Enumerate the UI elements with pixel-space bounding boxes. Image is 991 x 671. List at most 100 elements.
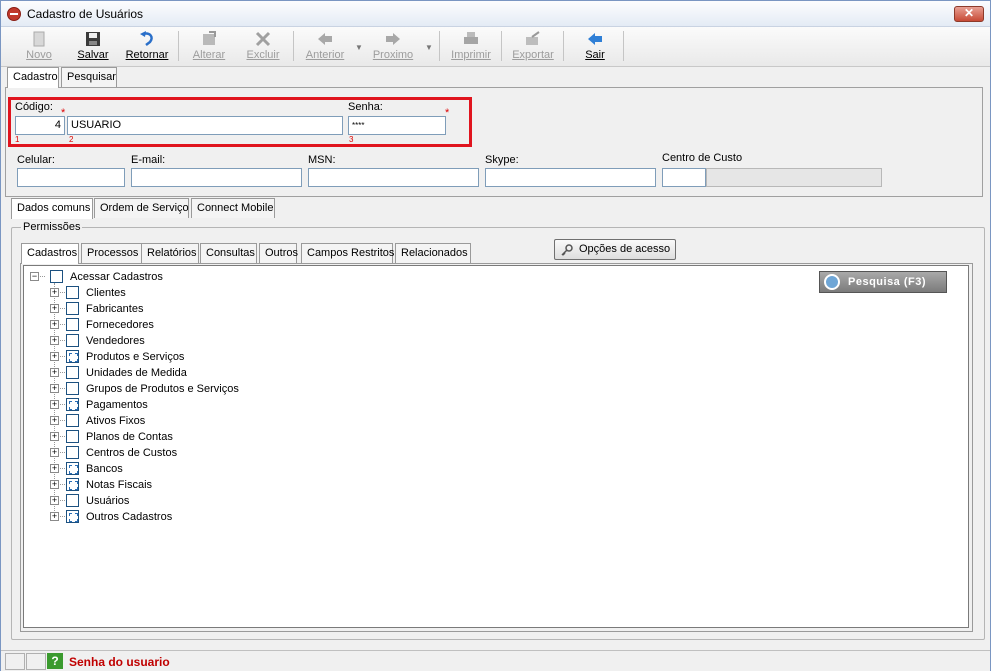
tree-item-label: Produtos e Serviços	[86, 351, 185, 363]
item-checkbox[interactable]	[66, 510, 79, 523]
retornar-button[interactable]: Retornar	[123, 29, 171, 65]
item-checkbox[interactable]	[66, 494, 79, 507]
expand-icon[interactable]: +	[50, 400, 59, 409]
item-checkbox[interactable]	[66, 350, 79, 363]
collapse-icon[interactable]: −	[30, 272, 39, 281]
toolbar-separator	[439, 31, 440, 61]
celular-input[interactable]	[17, 168, 125, 187]
tree-connector	[60, 484, 65, 485]
expand-icon[interactable]: +	[50, 336, 59, 345]
edit-icon	[203, 31, 216, 45]
email-input[interactable]	[131, 168, 302, 187]
window-title: Cadastro de Usuários	[27, 7, 144, 21]
item-checkbox[interactable]	[66, 414, 79, 427]
msn-label: MSN:	[308, 154, 336, 166]
tab-relacionados[interactable]: Relacionados	[395, 243, 471, 263]
permissions-tree[interactable]: − Acessar Cadastros + Clientes + Fabricante…	[23, 265, 969, 628]
sair-label: Sair	[585, 49, 605, 61]
salvar-button[interactable]: Salvar	[73, 29, 113, 65]
tab-campos-restritos[interactable]: Campos Restritos	[301, 243, 394, 263]
expand-icon[interactable]: +	[50, 416, 59, 425]
save-icon	[86, 32, 100, 46]
expand-icon[interactable]: +	[50, 464, 59, 473]
expand-icon[interactable]: +	[50, 368, 59, 377]
expand-icon[interactable]: +	[50, 432, 59, 441]
close-button[interactable]: ✕	[954, 6, 984, 22]
tree-connector	[40, 276, 45, 277]
skype-input[interactable]	[485, 168, 656, 187]
expand-icon[interactable]: +	[50, 496, 59, 505]
tab-cadastros[interactable]: Cadastros	[21, 243, 79, 264]
expand-icon[interactable]: +	[50, 512, 59, 521]
item-checkbox[interactable]	[66, 286, 79, 299]
exportar-label: Exportar	[512, 49, 554, 61]
anterior-button[interactable]: Anterior	[303, 29, 347, 65]
title-bar: Cadastro de Usuários ✕	[1, 1, 990, 27]
tree-connector	[60, 516, 65, 517]
tab-ordem-servico[interactable]: Ordem de Serviço	[94, 198, 189, 218]
status-message: Senha do usuario	[69, 655, 170, 669]
toolbar: Novo Salvar Retornar Alterar Excluir Ant…	[1, 27, 990, 67]
item-checkbox[interactable]	[66, 366, 79, 379]
tab-connect-mobile[interactable]: Connect Mobile	[191, 198, 275, 218]
delete-icon	[255, 31, 271, 47]
item-checkbox[interactable]	[66, 318, 79, 331]
centro-custo-name-field	[706, 168, 882, 187]
item-checkbox[interactable]	[66, 430, 79, 443]
celular-label: Celular:	[17, 154, 55, 166]
tab-relatorios[interactable]: Relatórios	[141, 243, 199, 263]
tree-item-label: Planos de Contas	[86, 431, 173, 443]
item-checkbox[interactable]	[66, 398, 79, 411]
opcoes-acesso-label: Opções de acesso	[579, 243, 671, 255]
centro-custo-code-input[interactable]	[662, 168, 706, 187]
item-checkbox[interactable]	[66, 478, 79, 491]
new-document-icon	[33, 31, 45, 47]
tab-consultas[interactable]: Consultas	[200, 243, 257, 263]
opcoes-acesso-button[interactable]: Opções de acesso	[554, 239, 676, 260]
centro-custo-label: Centro de Custo	[662, 152, 743, 164]
status-cell	[5, 653, 25, 670]
anterior-dropdown-icon[interactable]: ▼	[355, 43, 363, 52]
item-checkbox[interactable]	[66, 462, 79, 475]
imprimir-label: Imprimir	[451, 49, 491, 61]
tree-item-label: Fabricantes	[86, 303, 144, 315]
tree-connector	[60, 404, 65, 405]
toolbar-separator	[623, 31, 624, 61]
item-checkbox[interactable]	[66, 382, 79, 395]
tree-item-label: Pagamentos	[86, 399, 148, 411]
proximo-dropdown-icon[interactable]: ▼	[425, 43, 433, 52]
expand-icon[interactable]: +	[50, 352, 59, 361]
root-checkbox[interactable]	[50, 270, 63, 283]
expand-icon[interactable]: +	[50, 384, 59, 393]
item-checkbox[interactable]	[66, 446, 79, 459]
exportar-button[interactable]: Exportar	[509, 29, 557, 65]
expand-icon[interactable]: +	[50, 320, 59, 329]
excluir-label: Excluir	[246, 49, 280, 61]
tree-item-label: Ativos Fixos	[86, 415, 146, 427]
expand-icon[interactable]: +	[50, 480, 59, 489]
toolbar-separator	[501, 31, 502, 61]
tab-pesquisar[interactable]: Pesquisar	[61, 67, 117, 87]
sair-button[interactable]: Sair	[575, 29, 615, 65]
proximo-button[interactable]: Proximo	[371, 29, 415, 65]
expand-icon[interactable]: +	[50, 288, 59, 297]
tab-dados-comuns[interactable]: Dados comuns	[11, 198, 93, 219]
tree-connector	[60, 292, 65, 293]
expand-icon[interactable]: +	[50, 304, 59, 313]
alterar-button[interactable]: Alterar	[189, 29, 229, 65]
tree-connector	[60, 388, 65, 389]
item-checkbox[interactable]	[66, 302, 79, 315]
novo-button[interactable]: Novo	[17, 29, 61, 65]
toolbar-separator	[178, 31, 179, 61]
pesquisa-f3-button[interactable]: Pesquisa (F3)	[819, 271, 947, 293]
expand-icon[interactable]: +	[50, 448, 59, 457]
item-checkbox[interactable]	[66, 334, 79, 347]
excluir-button[interactable]: Excluir	[243, 29, 283, 65]
arrow-right-icon	[386, 33, 400, 45]
tab-outros[interactable]: Outros	[259, 243, 298, 263]
tab-cadastro[interactable]: Cadastro	[7, 67, 59, 88]
msn-input[interactable]	[308, 168, 479, 187]
tree-item-label: Clientes	[86, 287, 126, 299]
imprimir-button[interactable]: Imprimir	[449, 29, 493, 65]
help-icon[interactable]: ?	[47, 653, 63, 669]
